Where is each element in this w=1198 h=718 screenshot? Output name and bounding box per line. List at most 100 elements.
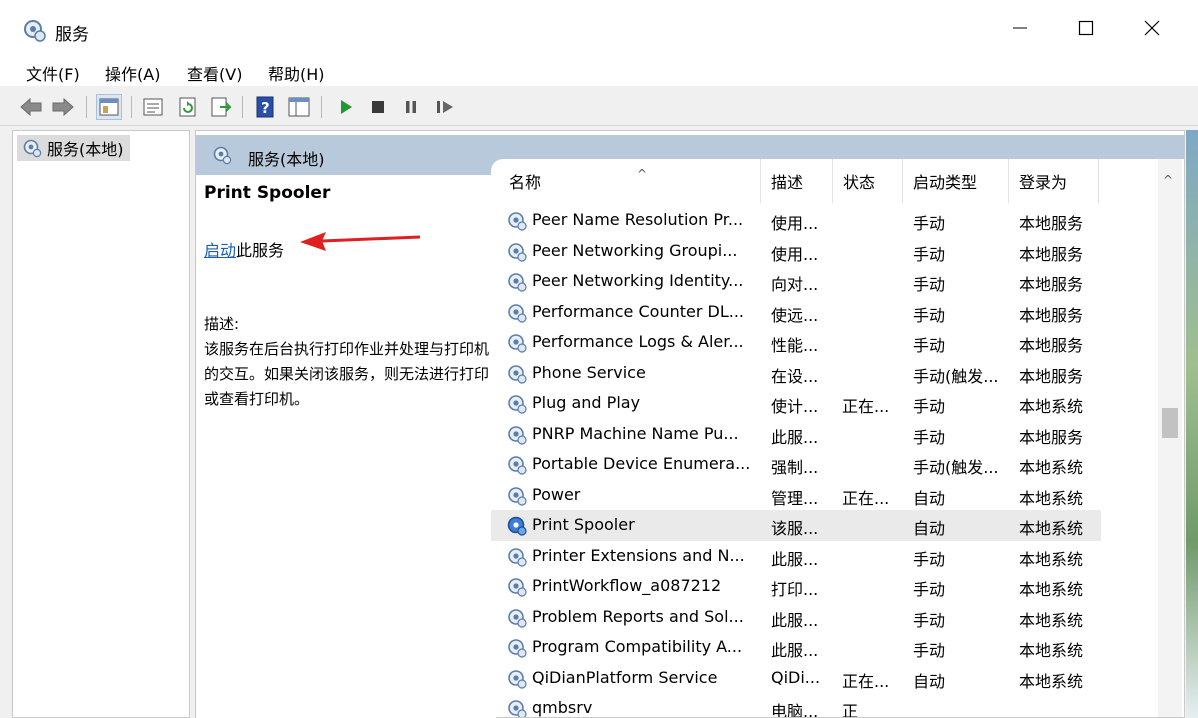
menu-help[interactable]: 帮助(H)	[268, 61, 325, 85]
service-row[interactable]: Performance Counter DL... 使远... 手动 本地服务	[491, 297, 1101, 328]
service-row[interactable]: PrintWorkflow_a087212 打印... 手动 本地系统	[491, 571, 1101, 602]
service-name-cell: Plug and Play	[532, 393, 641, 412]
services-gear-icon	[22, 18, 48, 44]
service-row[interactable]: Problem Reports and Sol... 此服... 手动 本地系统	[491, 602, 1101, 633]
annotation-arrow-icon	[300, 232, 421, 251]
service-startup-type-cell: 手动	[913, 336, 946, 355]
column-startup-type[interactable]: 启动类型	[903, 159, 1009, 203]
service-startup-type-cell: 自动	[913, 488, 946, 508]
service-name-cell: Performance Logs & Aler...	[532, 332, 744, 351]
back-arrow-icon[interactable]	[18, 94, 44, 120]
column-name-label: 名称	[509, 173, 542, 192]
service-row[interactable]: PNRP Machine Name Pu... 此服... 手动 本地服务	[491, 419, 1101, 450]
service-description-cell: 使远...	[771, 305, 819, 325]
view-pane-icon[interactable]	[286, 94, 312, 120]
service-startup-type-cell: 手动	[913, 214, 946, 233]
service-row[interactable]: Portable Device Enumera... 强制... 手动(触发... 本…	[491, 449, 1101, 480]
scroll-up-icon[interactable]: ^	[1163, 173, 1173, 187]
service-name-cell: Printer Extensions and N...	[532, 545, 745, 565]
service-logon-cell: 本地服务	[1019, 275, 1084, 294]
service-name-cell: Performance Counter DL...	[532, 301, 744, 321]
service-name-cell: Peer Name Resolution Pr...	[532, 210, 744, 229]
stop-service-icon[interactable]	[365, 94, 391, 120]
service-description-cell: 此服...	[771, 549, 819, 569]
service-description-cell: 管理...	[771, 488, 819, 508]
help-icon[interactable]: ?	[252, 94, 278, 120]
service-name-cell: Print Spooler	[532, 515, 635, 534]
service-startup-type-cell: 手动	[913, 275, 946, 294]
properties-icon[interactable]	[140, 94, 166, 120]
toolbar-separator	[242, 96, 243, 118]
service-row[interactable]: Print Spooler 该服... 自动 本地系统	[491, 510, 1101, 541]
service-row[interactable]: Peer Networking Identity... 向对... 手动 本地服务	[491, 266, 1101, 297]
column-logon-as-label: 登录为	[1019, 173, 1068, 192]
service-logon-cell: 本地服务	[1019, 244, 1084, 264]
close-button[interactable]	[1122, 0, 1182, 56]
service-description-cell: 打印...	[771, 580, 819, 599]
service-description-cell: 使计...	[771, 397, 819, 416]
tree-item-label: 服务(本地)	[47, 140, 124, 159]
export-list-icon[interactable]	[208, 94, 234, 120]
column-status[interactable]: 状态	[833, 159, 903, 203]
column-status-label: 状态	[843, 173, 876, 192]
start-service-icon[interactable]	[333, 94, 359, 120]
refresh-icon[interactable]	[175, 94, 201, 120]
service-gear-icon	[506, 607, 528, 633]
description-text: 该服务在后台执行打印作业并处理与打印机的交互。如果关闭该服务，则无法进行打印或查…	[204, 340, 490, 408]
service-description-cell: 使用...	[771, 244, 819, 264]
service-startup-type-cell: 手动	[913, 549, 946, 569]
service-startup-type-cell: 自动	[913, 671, 946, 691]
service-gear-icon	[506, 454, 528, 480]
forward-arrow-icon[interactable]	[50, 94, 76, 120]
column-description-label: 描述	[771, 173, 804, 192]
restart-service-icon[interactable]	[432, 94, 458, 120]
service-gear-icon	[506, 546, 528, 572]
minimize-button[interactable]	[990, 0, 1050, 56]
service-gear-icon	[506, 241, 528, 267]
service-startup-type-cell: 手动	[913, 305, 946, 325]
vertical-scrollbar[interactable]: ^	[1158, 159, 1182, 717]
service-startup-type-cell: 手动	[913, 427, 946, 447]
service-startup-type-cell: 手动	[913, 641, 946, 660]
column-description[interactable]: 描述	[761, 159, 833, 203]
service-description-cell: 电脑...	[771, 702, 819, 717]
start-service-link[interactable]: 启动	[204, 241, 236, 260]
service-row[interactable]: Performance Logs & Aler... 性能... 手动 本地服务	[491, 327, 1101, 358]
service-description-cell: 向对...	[771, 275, 819, 294]
service-startup-type-cell: 自动	[913, 519, 946, 538]
service-row[interactable]: Peer Name Resolution Pr... 使用... 手动 本地服务	[491, 205, 1101, 236]
service-logon-cell: 本地系统	[1019, 580, 1084, 599]
tree-item-services-local[interactable]: 服务(本地)	[17, 135, 130, 161]
start-service-suffix: 此服务	[236, 241, 285, 260]
service-name-cell: Portable Device Enumera...	[532, 454, 751, 473]
service-logon-cell: 本地系统	[1019, 397, 1084, 416]
service-row[interactable]: Printer Extensions and N... 此服... 手动 本地系统	[491, 541, 1101, 572]
service-row[interactable]: Program Compatibility A... 此服... 手动 本地系统	[491, 632, 1101, 663]
service-name-cell: Problem Reports and Sol...	[532, 606, 744, 626]
service-gear-icon	[506, 637, 528, 663]
service-row[interactable]: QiDianPlatform Service QiDi... 正在... 自动 本地系统	[491, 663, 1101, 694]
service-row[interactable]: Peer Networking Groupi... 使用... 手动 本地服务	[491, 236, 1101, 267]
service-status-cell: 正	[842, 702, 859, 717]
service-logon-cell: 本地服务	[1019, 214, 1084, 233]
service-row[interactable]: qmbsrv 电脑... 正	[491, 693, 1101, 717]
services-list: 名称 ^ 描述 状态 启动类型 登录为 Peer Name Resolution…	[491, 159, 1184, 717]
menu-action[interactable]: 操作(A)	[105, 61, 160, 85]
toolbar-separator	[321, 96, 322, 118]
service-startup-type-cell: 手动	[913, 244, 946, 264]
service-gear-icon	[506, 668, 528, 694]
service-row[interactable]: Phone Service 在设... 手动(触发... 本地服务	[491, 358, 1101, 389]
service-row[interactable]: Power 管理... 正在... 自动 本地系统	[491, 480, 1101, 511]
service-row[interactable]: Plug and Play 使计... 正在... 手动 本地系统	[491, 388, 1101, 419]
service-description-cell: 强制...	[771, 458, 819, 477]
service-name-cell: qmbsrv	[532, 698, 593, 717]
pause-service-icon[interactable]	[398, 94, 424, 120]
column-logon-as[interactable]: 登录为	[1009, 159, 1099, 203]
menu-view[interactable]: 查看(V)	[187, 61, 242, 85]
service-logon-cell: 本地服务	[1019, 305, 1084, 325]
console-tree-icon[interactable]	[96, 94, 122, 120]
maximize-button[interactable]	[1056, 0, 1116, 56]
scroll-thumb[interactable]	[1162, 408, 1178, 438]
column-name[interactable]: 名称 ^	[499, 159, 761, 203]
menu-file[interactable]: 文件(F)	[26, 61, 80, 85]
